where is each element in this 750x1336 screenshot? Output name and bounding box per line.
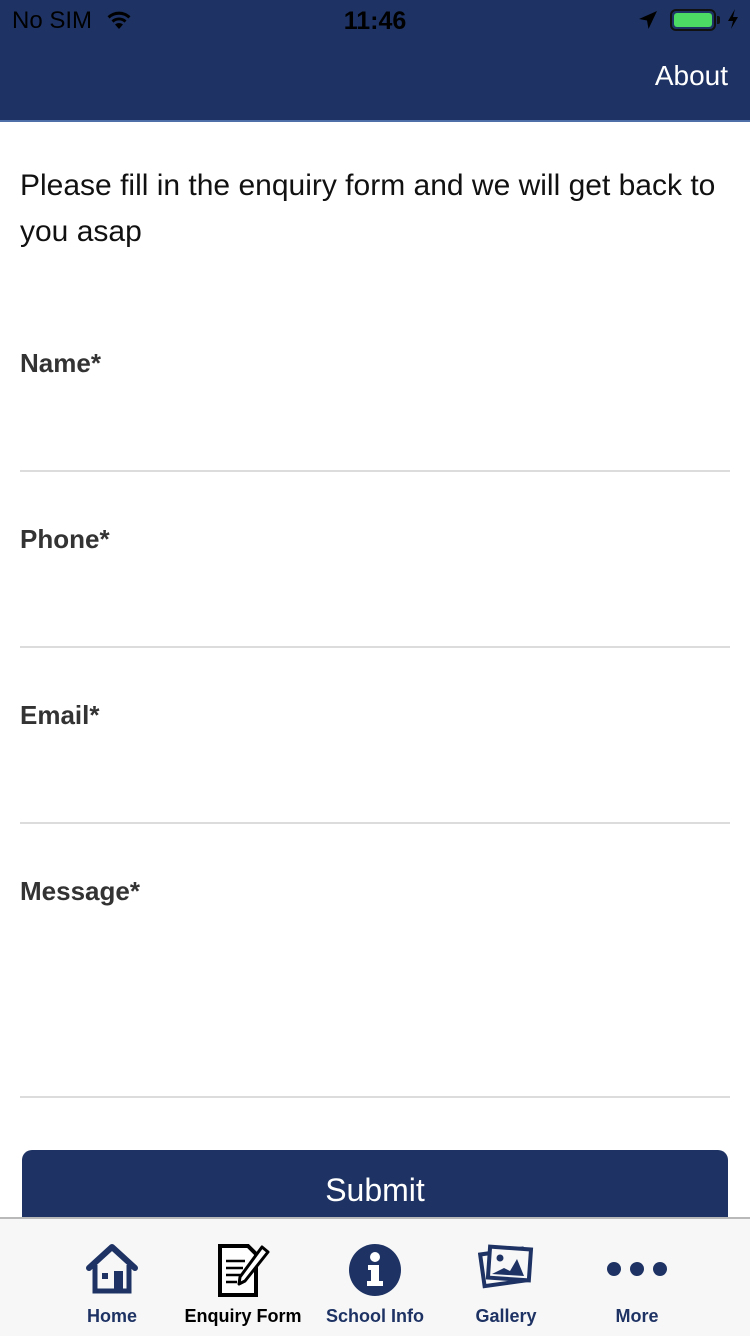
- name-input[interactable]: [20, 400, 734, 462]
- tab-gallery[interactable]: Gallery: [431, 1219, 581, 1336]
- tab-more[interactable]: More: [562, 1219, 712, 1336]
- message-field: Message*: [20, 868, 734, 1098]
- gallery-icon: [478, 1244, 534, 1289]
- battery-level: [674, 13, 712, 27]
- name-label: Name*: [20, 348, 101, 378]
- tab-enquiry-form-label: Enquiry Form: [184, 1306, 302, 1326]
- tab-home[interactable]: Home: [37, 1219, 187, 1336]
- message-textarea[interactable]: [20, 928, 734, 1092]
- phone-field: Phone*: [20, 516, 734, 648]
- phone-input[interactable]: [20, 576, 734, 638]
- tab-bar: Home Enquiry Form School Info Gallery Mo…: [0, 1217, 750, 1336]
- tab-school-info[interactable]: School Info: [300, 1219, 450, 1336]
- header-divider: [0, 120, 750, 122]
- status-bar: No SIM 11:46: [0, 0, 750, 40]
- phone-label: Phone*: [20, 524, 110, 554]
- email-label: Email*: [20, 700, 100, 730]
- email-field: Email*: [20, 692, 734, 824]
- intro-text: Please fill in the enquiry form and we w…: [20, 169, 716, 248]
- tab-gallery-label: Gallery: [475, 1306, 537, 1326]
- charging-bolt-icon: [727, 8, 739, 37]
- email-input[interactable]: [20, 752, 734, 814]
- battery-tip: [717, 16, 720, 24]
- about-button[interactable]: About: [655, 60, 728, 92]
- tab-home-label: Home: [86, 1306, 137, 1326]
- document-pencil-icon: [218, 1244, 270, 1297]
- tab-enquiry-form[interactable]: Enquiry Form: [168, 1219, 318, 1336]
- tab-school-info-label: School Info: [326, 1306, 424, 1326]
- more-dots-icon: [607, 1262, 667, 1276]
- message-label: Message*: [20, 876, 140, 906]
- home-icon: [86, 1244, 138, 1294]
- location-arrow-icon: [637, 9, 659, 38]
- battery-icon: [670, 9, 716, 31]
- info-icon: [349, 1244, 401, 1296]
- name-field: Name*: [20, 340, 734, 472]
- tab-more-label: More: [615, 1306, 659, 1326]
